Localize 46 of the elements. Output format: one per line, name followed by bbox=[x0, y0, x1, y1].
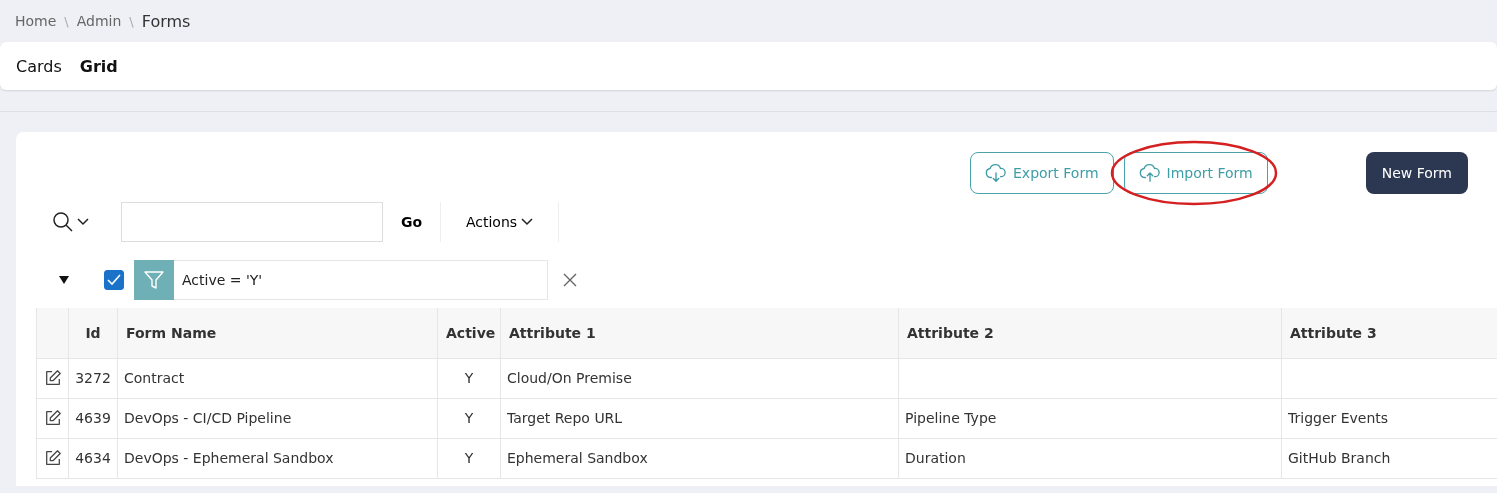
actions-menu-button[interactable]: Actions bbox=[441, 202, 559, 242]
close-icon[interactable] bbox=[562, 272, 578, 288]
cloud-upload-icon bbox=[1138, 163, 1161, 183]
breadcrumb-link[interactable]: Admin bbox=[76, 13, 122, 29]
new-form-button[interactable]: New Form bbox=[1365, 152, 1468, 194]
table-cell: 4634 bbox=[75, 450, 111, 466]
filter-condition: Active = 'Y' bbox=[174, 260, 548, 300]
edit-icon[interactable] bbox=[43, 369, 62, 387]
table-cell: Y bbox=[464, 410, 474, 426]
table-cell: Y bbox=[464, 450, 474, 466]
table-cell: Target Repo URL bbox=[507, 410, 623, 426]
table-cell: DevOps - Ephemeral Sandbox bbox=[124, 450, 334, 466]
table-cell: Contract bbox=[124, 370, 185, 386]
chevron-down-icon bbox=[77, 218, 89, 226]
column-header[interactable]: Id bbox=[68, 308, 118, 358]
search-icon bbox=[52, 211, 74, 233]
breadcrumb-separator: \ bbox=[129, 13, 134, 29]
table-cell: DevOps - CI/CD Pipeline bbox=[124, 410, 292, 426]
breadcrumb-current: Forms bbox=[141, 11, 191, 31]
table-cell: Trigger Events bbox=[1288, 410, 1389, 426]
column-header[interactable]: Form Name bbox=[117, 308, 438, 358]
table-cell: Cloud/On Premise bbox=[507, 370, 632, 386]
view-tab[interactable]: Cards bbox=[16, 56, 62, 76]
table-cell: 4639 bbox=[75, 410, 111, 426]
breadcrumb-link[interactable]: Home bbox=[15, 13, 57, 29]
column-header[interactable]: Attribute 3 bbox=[1281, 308, 1497, 358]
cloud-download-icon bbox=[985, 163, 1007, 183]
expanded-triangle-icon[interactable] bbox=[58, 275, 70, 285]
table-cell: Pipeline Type bbox=[905, 410, 997, 426]
table-cell: 3272 bbox=[75, 370, 111, 386]
column-header[interactable]: Attribute 2 bbox=[898, 308, 1282, 358]
chevron-down-icon bbox=[521, 218, 534, 226]
table-cell: Ephemeral Sandbox bbox=[507, 450, 648, 466]
filter-checkbox[interactable] bbox=[104, 270, 124, 290]
go-button[interactable]: Go bbox=[383, 202, 441, 242]
column-header[interactable]: Active bbox=[437, 308, 501, 358]
filter-funnel-icon bbox=[134, 260, 174, 300]
search-field[interactable] bbox=[121, 202, 383, 242]
table-cell: GitHub Branch bbox=[1288, 450, 1391, 466]
table-cell: Y bbox=[464, 370, 474, 386]
breadcrumb-separator: \ bbox=[64, 13, 69, 29]
edit-icon[interactable] bbox=[43, 409, 62, 427]
column-header[interactable]: Attribute 1 bbox=[500, 308, 899, 358]
table-cell: Duration bbox=[905, 450, 966, 466]
view-tab[interactable]: Grid bbox=[79, 56, 118, 76]
edit-icon[interactable] bbox=[43, 449, 62, 467]
